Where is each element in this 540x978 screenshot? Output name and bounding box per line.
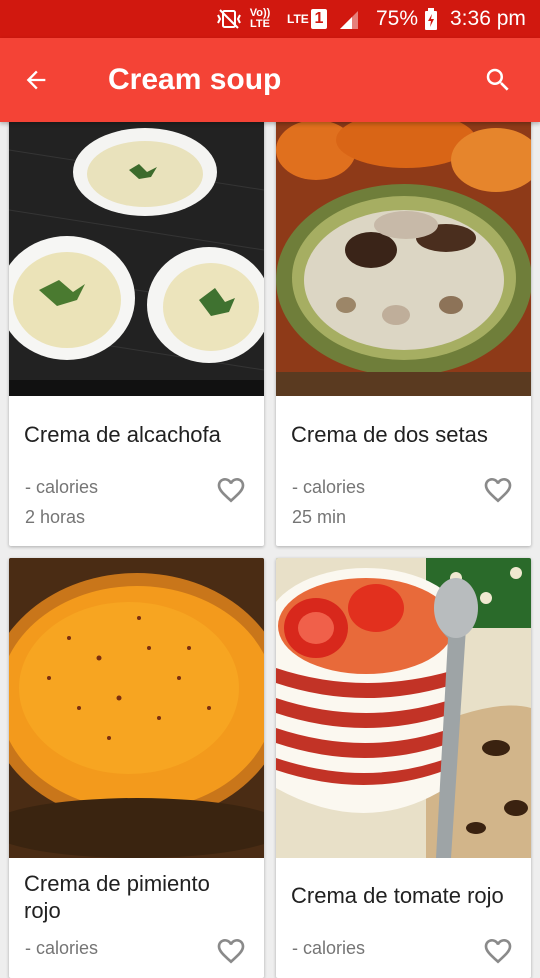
status-bar: Vo)) LTE LTE 1 75% 3:36 pm [0, 0, 540, 38]
recipe-calories: - calories [292, 938, 366, 958]
arrow-back-icon [26, 70, 46, 90]
recipe-image [9, 110, 264, 396]
recipe-card[interactable]: Crema de dos setas - calories 25 min [276, 110, 531, 546]
heart-outline-icon [217, 939, 245, 964]
signal-icon [338, 0, 360, 38]
recipe-card[interactable]: Crema de pimiento rojo - calories [9, 558, 264, 978]
favorite-button[interactable] [214, 474, 248, 506]
recipe-image [276, 110, 531, 396]
search-button[interactable] [476, 58, 520, 102]
recipe-image [276, 558, 531, 858]
recipe-image [9, 558, 264, 858]
battery-charging-icon [424, 0, 438, 38]
recipe-name: Crema de pimiento rojo [24, 871, 210, 923]
recipe-name: Crema de alcachofa [24, 422, 221, 447]
recipe-name: Crema de dos setas [291, 422, 488, 447]
recipe-name: Crema de tomate rojo [291, 883, 504, 908]
recipe-card[interactable]: Crema de tomate rojo - calories [276, 558, 531, 978]
search-icon [486, 68, 509, 91]
recipe-time: 2 horas [25, 507, 86, 527]
heart-outline-icon [484, 478, 512, 503]
clock: 3:36 pm [450, 7, 526, 30]
sim-indicator: 1 [311, 0, 327, 38]
favorite-button[interactable] [481, 474, 515, 506]
app-bar: Cream soup [0, 38, 540, 122]
favorite-button[interactable] [481, 935, 515, 967]
heart-outline-icon [217, 478, 245, 503]
favorite-button[interactable] [214, 935, 248, 967]
battery-percent: 75% [376, 7, 419, 30]
lte-indicator: LTE [287, 12, 309, 26]
recipe-calories: - calories [25, 477, 99, 497]
recipe-calories: - calories [25, 938, 99, 958]
heart-outline-icon [484, 939, 512, 964]
recipe-calories: - calories [292, 477, 366, 497]
volte-indicator: Vo)) LTE [249, 7, 271, 30]
recipe-time: 25 min [292, 507, 347, 527]
recipe-card[interactable]: Crema de alcachofa - calories 2 horas [9, 110, 264, 546]
vibrate-icon [214, 0, 244, 38]
back-button[interactable] [14, 58, 58, 102]
page-title: Cream soup [108, 63, 282, 96]
